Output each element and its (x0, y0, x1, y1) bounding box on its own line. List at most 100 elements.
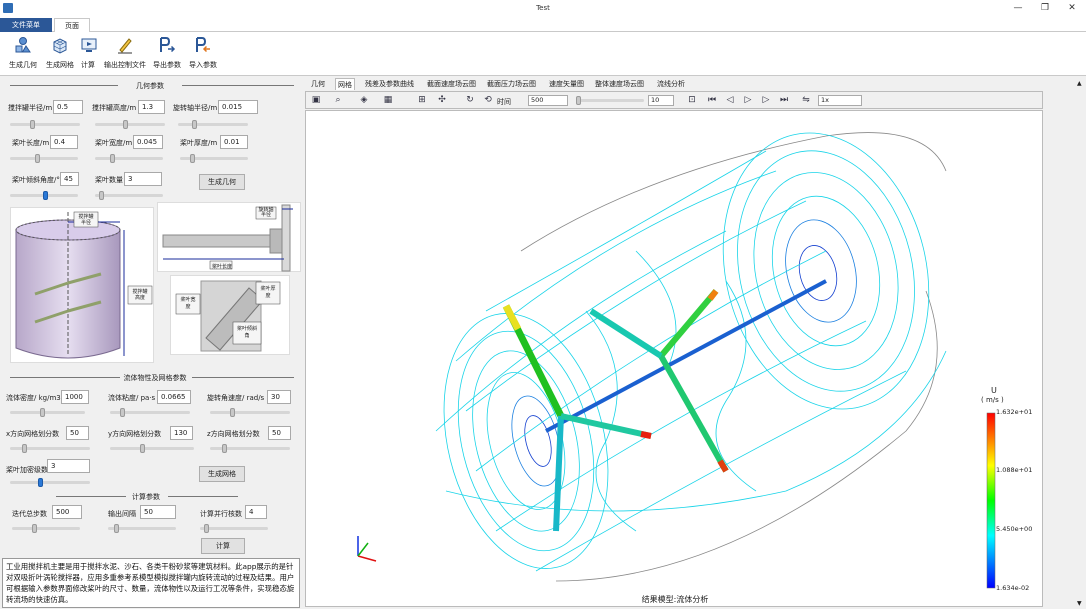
iteration-steps-slider[interactable] (12, 524, 80, 533)
blade-width-input[interactable]: 0.045 (133, 135, 163, 149)
blade-length-label: 桨叶长度/m (12, 139, 50, 147)
window-title: Test (536, 4, 550, 12)
mesh-z-input[interactable]: 50 (268, 426, 291, 440)
axes-icon[interactable]: ✣ (436, 94, 448, 106)
parallel-cores-input[interactable]: 4 (245, 505, 267, 519)
legend-mid-high: 1.088e+01 (996, 466, 1033, 474)
tab-overall-velocity[interactable]: 整体速度场云图 (595, 78, 644, 90)
tank-radius-input[interactable]: 0.5 (53, 100, 83, 114)
mesh-x-slider[interactable] (10, 444, 90, 453)
tab-streamline[interactable]: 流线分析 (657, 78, 685, 90)
loop-icon[interactable]: ⇋ (800, 94, 812, 106)
blade-angle-input[interactable]: 45 (60, 172, 79, 186)
divider (56, 496, 126, 497)
blade-width-slider[interactable] (95, 154, 163, 163)
tab-velocity-vector[interactable]: 速度矢量图 (549, 78, 584, 90)
screenshot-icon[interactable]: ▣ (310, 94, 322, 106)
blade-count-slider[interactable] (95, 191, 163, 200)
angular-velocity-slider[interactable] (210, 408, 290, 417)
mesh-y-input[interactable]: 130 (170, 426, 193, 440)
fig-shaft-radius-label: 旋转轴半径 (258, 207, 274, 218)
fit-view-icon[interactable]: ⊞ (416, 94, 428, 106)
mesh-x-input[interactable]: 50 (66, 426, 89, 440)
blade-thickness-slider[interactable] (180, 154, 248, 163)
previous-frame-icon[interactable]: ◁ (724, 94, 736, 106)
mesh-z-label: z方向网格划分数 (207, 430, 260, 438)
fig-tank-height-label: 搅拌罐高度 (132, 289, 148, 301)
import-params-button[interactable]: 导入参数 (189, 36, 217, 72)
fig-blade-thickness-label: 桨叶厚度 (260, 286, 276, 299)
density-slider[interactable] (10, 408, 85, 417)
parallel-cores-slider[interactable] (200, 524, 268, 533)
build-geometry-panel-button[interactable]: 生成几何 (199, 174, 245, 190)
build-mesh-button[interactable]: 生成网格 (45, 36, 75, 72)
time-select[interactable]: 500 (528, 95, 568, 106)
legend-mid-low: 5.450e+00 (996, 525, 1033, 533)
tab-page-menu[interactable]: 页面菜单 (54, 18, 90, 44)
blade-angle-slider[interactable] (10, 191, 78, 200)
output-interval-slider[interactable] (108, 524, 176, 533)
close-button[interactable]: ✕ (1065, 2, 1079, 14)
blade-count-input[interactable]: 3 (124, 172, 162, 186)
vertical-scrollbar[interactable]: ▲ ▼ (1075, 78, 1086, 609)
angular-velocity-input[interactable]: 30 (267, 390, 291, 404)
next-frame-icon[interactable]: ▷ (760, 94, 772, 106)
shaft-radius-input[interactable]: 0.015 (218, 100, 258, 114)
tank-radius-slider[interactable] (10, 120, 80, 129)
tab-mesh[interactable]: 网格 (335, 78, 355, 90)
tank-height-input[interactable]: 1.3 (138, 100, 165, 114)
refine-level-slider[interactable] (10, 478, 90, 487)
tab-section-velocity[interactable]: 截面速度场云图 (427, 78, 476, 90)
paint-icon[interactable]: ◈ (358, 94, 370, 106)
refine-level-input[interactable]: 3 (47, 459, 90, 473)
tab-geometry[interactable]: 几何 (311, 78, 325, 90)
restore-button[interactable]: ❐ (1038, 2, 1052, 14)
time-slider[interactable] (576, 96, 644, 105)
build-geometry-button[interactable]: 生成几何 (8, 36, 38, 72)
minimize-button[interactable]: — (1011, 2, 1025, 14)
rotate-icon[interactable]: ↻ (464, 94, 476, 106)
fig-tank-radius-label: 搅拌罐半径 (78, 214, 94, 226)
output-interval-input[interactable]: 50 (140, 505, 176, 519)
compute-button[interactable]: 计算 (80, 36, 97, 72)
blade-thickness-input[interactable]: 0.01 (220, 135, 248, 149)
mesh-x-label: x方向网格划分数 (6, 430, 60, 438)
mesh-y-slider[interactable] (110, 444, 194, 453)
color-map-icon[interactable]: ▦ (382, 94, 394, 106)
mesh-y-label: y方向网格划分数 (108, 430, 162, 438)
scroll-down-icon[interactable]: ▼ (1077, 600, 1082, 607)
record-icon[interactable]: ⊡ (686, 94, 698, 106)
mesh-z-slider[interactable] (210, 444, 290, 453)
shaft-radius-slider[interactable] (178, 120, 248, 129)
last-frame-icon[interactable]: ⏭ (778, 94, 790, 106)
blade-length-input[interactable]: 0.4 (50, 135, 78, 149)
first-frame-icon[interactable]: ⏮ (706, 94, 718, 106)
viscosity-label: 流体粘度/ pa·s (108, 394, 156, 402)
result-viewport[interactable]: U ( m/s ) 1.632e+01 1.088e+01 5.450e+00 … (305, 110, 1043, 607)
tab-residual[interactable]: 残差及参数曲线 (365, 78, 414, 90)
iteration-steps-label: 迭代总步数 (12, 510, 47, 518)
tab-file-menu[interactable]: 文件菜单 (0, 18, 52, 32)
blade-length-slider[interactable] (10, 154, 78, 163)
frame-spinner[interactable]: 10 (648, 95, 674, 106)
export-params-button[interactable]: 导出参数 (153, 36, 181, 72)
divider (10, 85, 118, 86)
export-control-file-button[interactable]: 输出控制文件 (103, 36, 147, 72)
time-icon[interactable]: ⟲ (482, 94, 494, 106)
density-input[interactable]: 1000 (61, 390, 89, 404)
play-icon[interactable]: ▷ (742, 94, 754, 106)
build-mesh-panel-button[interactable]: 生成网格 (199, 466, 245, 482)
iteration-steps-input[interactable]: 500 (52, 505, 82, 519)
tank-radius-label: 搅拌罐半径/m (8, 104, 53, 112)
app-description: 工业用搅拌机主要是用于搅拌水泥、沙石、各类干粉砂浆等建筑材料。此app展示的是针… (2, 558, 300, 608)
viscosity-input[interactable]: 0.0665 (157, 390, 191, 404)
tank-height-slider[interactable] (95, 120, 165, 129)
viscosity-slider[interactable] (110, 408, 190, 417)
compute-panel-button[interactable]: 计算 (201, 538, 245, 554)
speed-select[interactable]: 1x (818, 95, 862, 106)
zoom-icon[interactable]: ⌕ (332, 94, 344, 106)
tab-section-pressure[interactable]: 截面压力场云图 (487, 78, 536, 90)
scroll-up-icon[interactable]: ▲ (1077, 80, 1082, 87)
pencil-icon (118, 38, 132, 54)
fig-blade-angle-label: 桨叶倾斜角 (236, 326, 257, 339)
